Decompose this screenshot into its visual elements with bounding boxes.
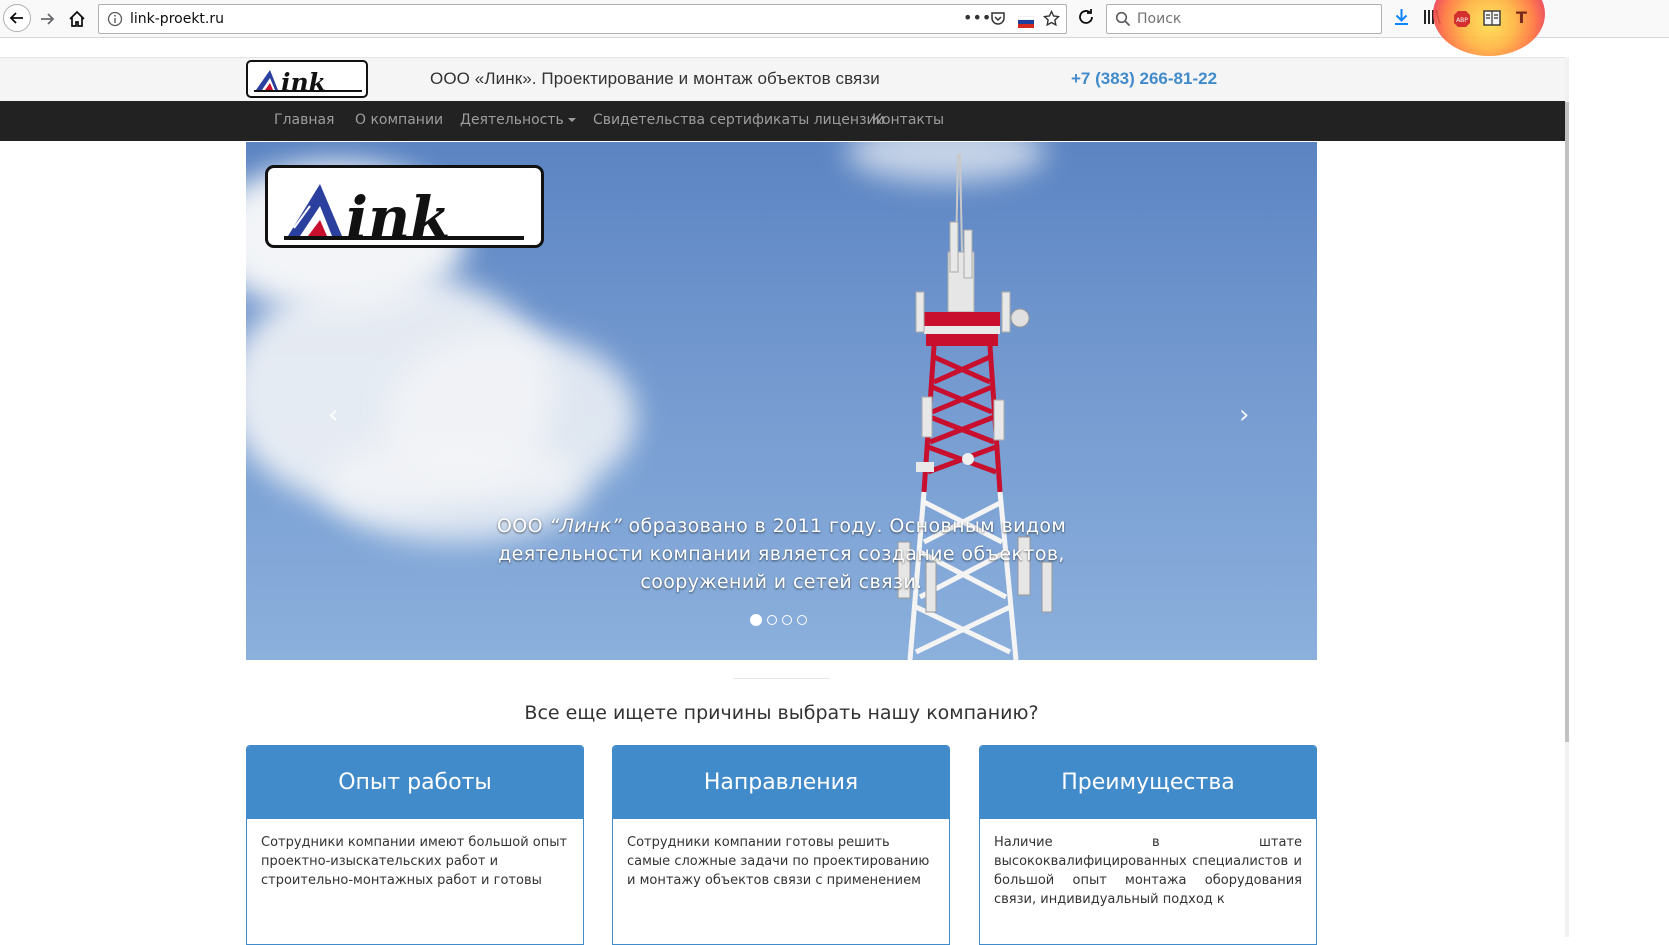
page-scrollbar-thumb[interactable] bbox=[1565, 102, 1569, 742]
card-text: Сотрудники компании готовы решить самые … bbox=[627, 835, 930, 888]
address-bar[interactable]: link-proekt.ru ••• bbox=[98, 4, 1067, 34]
nav-item-activity[interactable]: Деятельность bbox=[460, 112, 576, 128]
nav-item-activity-label: Деятельность bbox=[460, 112, 564, 128]
carousel-indicator-3[interactable] bbox=[782, 615, 792, 625]
reader-icon[interactable] bbox=[1483, 10, 1501, 30]
card-experience: Опыт работы Сотрудники компании имеют бо… bbox=[246, 745, 584, 945]
bookmark-star-icon[interactable] bbox=[1042, 9, 1061, 31]
card-text: Наличие в штате высококвалифицированных … bbox=[994, 835, 1302, 907]
page-actions-icon[interactable]: ••• bbox=[963, 8, 991, 27]
language-flag-icon[interactable] bbox=[1017, 13, 1035, 32]
carousel-indicator-1[interactable] bbox=[750, 614, 762, 626]
search-bar[interactable]: Поиск bbox=[1106, 4, 1382, 34]
card-title: Опыт работы bbox=[247, 746, 583, 819]
nav-item-about[interactable]: О компании bbox=[355, 112, 443, 128]
back-arrow-icon bbox=[9, 12, 23, 24]
svg-text:ink: ink bbox=[346, 184, 450, 245]
site-title: ООО «Линк». Проектирование и монтаж объе… bbox=[430, 69, 880, 88]
hero-logo: ink bbox=[265, 165, 544, 248]
back-button[interactable] bbox=[3, 4, 31, 32]
home-icon bbox=[69, 10, 85, 27]
carousel-caption: ООО “Линк” образовано в 2011 году. Основ… bbox=[446, 512, 1117, 596]
forward-button[interactable] bbox=[34, 6, 60, 32]
carousel-indicator-2[interactable] bbox=[767, 615, 777, 625]
nav-item-certificates[interactable]: Свидетельства сертификаты лицензии bbox=[593, 112, 885, 128]
home-button[interactable] bbox=[64, 6, 90, 32]
search-placeholder: Поиск bbox=[1137, 11, 1182, 27]
main-navbar: Главная О компании Деятельность Свидетел… bbox=[0, 101, 1565, 141]
nav-item-contacts[interactable]: Контакты bbox=[872, 112, 944, 128]
reload-icon[interactable] bbox=[1077, 8, 1095, 30]
card-text: Сотрудники компании имеют большой опыт п… bbox=[261, 835, 568, 888]
download-icon[interactable] bbox=[1393, 8, 1410, 30]
carousel-next-button[interactable]: › bbox=[1239, 400, 1249, 430]
caption-company-name: “Линк” bbox=[549, 515, 622, 537]
carousel-indicator-4[interactable] bbox=[797, 615, 807, 625]
card-directions: Направления Сотрудники компании готовы р… bbox=[612, 745, 950, 945]
browser-toolbar: link-proekt.ru ••• Поиск ABP T bbox=[0, 0, 1669, 56]
link-logo-icon: ink bbox=[254, 68, 362, 96]
carousel-indicators bbox=[750, 614, 807, 626]
card-title: Направления bbox=[613, 746, 949, 819]
url-text[interactable]: link-proekt.ru bbox=[130, 11, 224, 27]
svg-text:ABP: ABP bbox=[1456, 17, 1468, 24]
hero-carousel[interactable]: ink ‹ › ООО “Линк” образовано в 2011 год… bbox=[246, 142, 1317, 660]
section-divider bbox=[734, 678, 829, 679]
adblock-icon[interactable]: ABP bbox=[1453, 10, 1471, 32]
site-header: ink ООО «Линк». Проектирование и монтаж … bbox=[0, 57, 1565, 102]
card-title: Преимущества bbox=[980, 746, 1316, 819]
nav-item-home[interactable]: Главная bbox=[274, 112, 334, 128]
caption-prefix: ООО bbox=[496, 515, 550, 537]
carousel-prev-button[interactable]: ‹ bbox=[328, 400, 338, 430]
info-icon[interactable] bbox=[107, 11, 123, 31]
extension-icon[interactable]: T bbox=[1516, 8, 1527, 27]
phone-number[interactable]: +7 (383) 266-81-22 bbox=[1071, 69, 1217, 89]
site-logo[interactable]: ink bbox=[246, 60, 368, 98]
search-icon bbox=[1115, 11, 1131, 31]
link-logo-large-icon: ink bbox=[284, 184, 524, 245]
card-advantages: Преимущества Наличие в штате высококвали… bbox=[979, 745, 1317, 945]
forward-arrow-icon bbox=[41, 13, 55, 25]
section-title: Все еще ищете причины выбрать нашу компа… bbox=[524, 702, 1039, 724]
caret-down-icon bbox=[567, 118, 576, 122]
pocket-icon[interactable] bbox=[990, 10, 1006, 30]
